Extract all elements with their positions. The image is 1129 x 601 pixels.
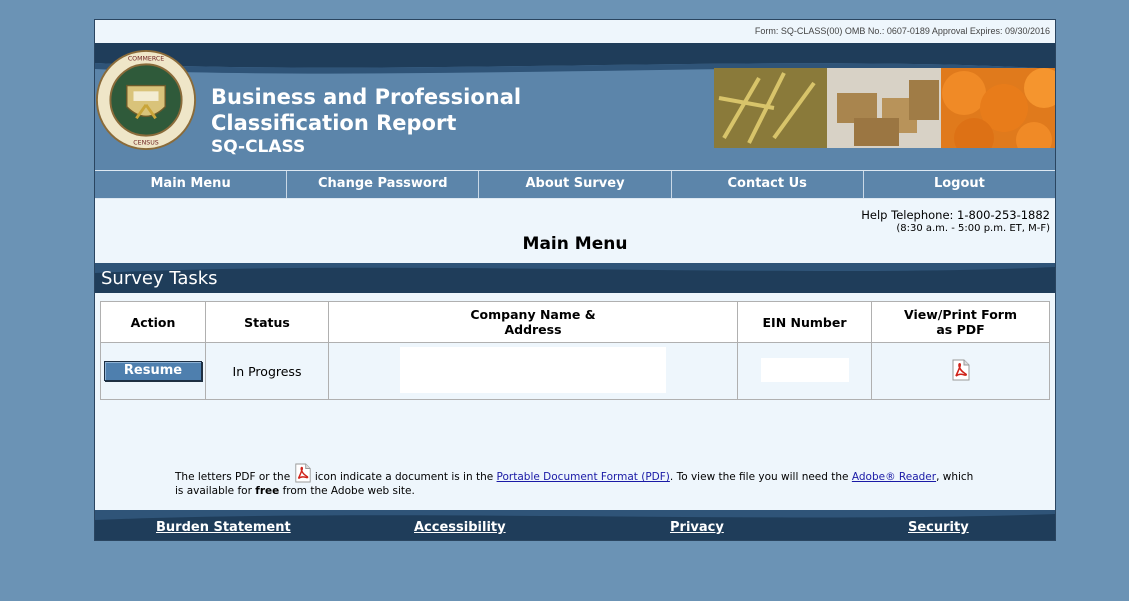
note-text-1: The letters PDF or the bbox=[175, 471, 291, 483]
survey-tasks-table: Action Status Company Name & Address EIN… bbox=[100, 301, 1050, 400]
report-subtitle: SQ-CLASS bbox=[211, 137, 306, 157]
table-header-row: Action Status Company Name & Address EIN… bbox=[100, 301, 1050, 343]
resume-button[interactable]: Resume bbox=[104, 361, 202, 381]
pdf-note: The letters PDF or the icon indicate a d… bbox=[175, 463, 975, 498]
header-company-line2: Address bbox=[504, 322, 562, 337]
nav-about-survey[interactable]: About Survey bbox=[479, 171, 672, 198]
note-text-3: . To view the file you will need the bbox=[669, 471, 849, 483]
help-telephone: Help Telephone: 1-800-253-1882 bbox=[861, 208, 1050, 222]
burden-statement-link[interactable]: Burden Statement bbox=[156, 520, 291, 535]
form-info: Form: SQ-CLASS(00) OMB No.: 0607-0189 Ap… bbox=[95, 20, 1055, 43]
nav-main-menu[interactable]: Main Menu bbox=[95, 171, 288, 198]
survey-tasks-title: Survey Tasks bbox=[101, 268, 218, 289]
help-hours: (8:30 a.m. - 5:00 p.m. ET, M-F) bbox=[896, 223, 1050, 234]
pdf-icon[interactable] bbox=[951, 359, 971, 381]
survey-tasks-header: Survey Tasks bbox=[95, 263, 1055, 293]
company-cell bbox=[328, 342, 738, 400]
svg-text:COMMERCE: COMMERCE bbox=[128, 56, 164, 63]
header-company-line1: Company Name & bbox=[470, 307, 596, 322]
banner-photos bbox=[714, 68, 1055, 148]
main-nav: Main Menu Change Password About Survey C… bbox=[95, 170, 1055, 199]
accessibility-link[interactable]: Accessibility bbox=[414, 520, 506, 535]
privacy-link[interactable]: Privacy bbox=[670, 520, 724, 535]
header-view-pdf: View/Print Form as PDF bbox=[871, 301, 1050, 343]
page-title: Main Menu bbox=[522, 234, 628, 254]
status-cell: In Progress bbox=[205, 342, 329, 400]
header-view-line2: as PDF bbox=[936, 322, 985, 337]
pdf-cell bbox=[871, 342, 1050, 400]
action-cell: Resume bbox=[100, 342, 206, 400]
note-text-5: from the Adobe web site. bbox=[282, 485, 415, 497]
ein-cell bbox=[737, 342, 872, 400]
report-title-line1: Business and Professional bbox=[211, 85, 522, 109]
census-seal-logo: CENSUS COMMERCE bbox=[95, 49, 197, 151]
pdf-format-link[interactable]: Portable Document Format (PDF) bbox=[497, 471, 670, 483]
svg-text:CENSUS: CENSUS bbox=[133, 139, 159, 146]
header-action: Action bbox=[100, 301, 206, 343]
header-status: Status bbox=[205, 301, 329, 343]
page-container: Form: SQ-CLASS(00) OMB No.: 0607-0189 Ap… bbox=[94, 19, 1056, 541]
header-ein: EIN Number bbox=[737, 301, 872, 343]
header-company: Company Name & Address bbox=[328, 301, 738, 343]
note-free: free bbox=[255, 485, 280, 497]
adobe-reader-link[interactable]: Adobe® Reader bbox=[852, 471, 936, 483]
table-row: Resume In Progress bbox=[100, 342, 1050, 400]
header-view-line1: View/Print Form bbox=[904, 307, 1017, 322]
security-link[interactable]: Security bbox=[908, 520, 969, 535]
footer: Burden Statement Accessibility Privacy S… bbox=[95, 510, 1055, 540]
company-redacted bbox=[400, 346, 666, 393]
report-title-line2: Classification Report bbox=[211, 111, 457, 135]
pdf-icon bbox=[294, 463, 311, 483]
ein-redacted bbox=[760, 357, 849, 382]
note-text-2: icon indicate a document is in the bbox=[314, 471, 494, 483]
nav-change-password[interactable]: Change Password bbox=[287, 171, 480, 198]
nav-logout[interactable]: Logout bbox=[864, 171, 1055, 198]
nav-contact-us[interactable]: Contact Us bbox=[672, 171, 864, 198]
